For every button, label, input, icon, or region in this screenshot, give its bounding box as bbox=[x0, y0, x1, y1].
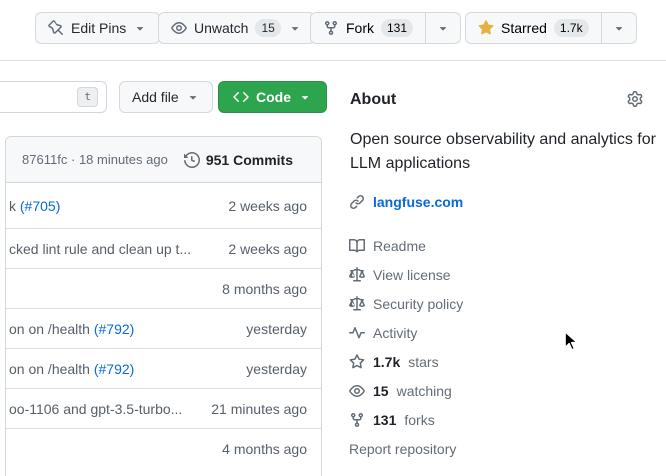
law-icon bbox=[349, 267, 365, 283]
commits-history-link[interactable]: 951 Commits bbox=[184, 152, 293, 168]
chevron-down-icon bbox=[612, 21, 626, 35]
report-repository-link[interactable]: Report repository bbox=[349, 434, 463, 463]
commit-date[interactable]: 21 minutes ago bbox=[211, 401, 307, 417]
watching-stat-link[interactable]: 15 watching bbox=[349, 376, 463, 405]
commit-date[interactable]: 2 weeks ago bbox=[228, 241, 307, 257]
commit-date[interactable]: yesterday bbox=[246, 321, 307, 337]
star-filled-icon bbox=[478, 20, 494, 36]
go-to-file-shortcut-hint: t bbox=[77, 87, 98, 107]
commit-date[interactable]: 2 weeks ago bbox=[228, 198, 307, 214]
about-links-list: Readme View license Security policy Acti… bbox=[349, 231, 463, 463]
about-settings-button[interactable] bbox=[627, 91, 643, 107]
fork-label: Fork bbox=[346, 20, 374, 36]
chevron-down-icon bbox=[288, 21, 302, 35]
commits-count-label: 951 Commits bbox=[206, 152, 293, 168]
star-icon bbox=[349, 354, 365, 370]
commit-message[interactable]: on on /health (#792) bbox=[9, 361, 134, 377]
watch-count-badge: 15 bbox=[255, 19, 280, 37]
star-dropdown-button[interactable] bbox=[601, 12, 637, 44]
file-row: 4 months ago bbox=[6, 428, 321, 468]
stars-stat-link[interactable]: 1.7k stars bbox=[349, 347, 463, 376]
pr-link[interactable]: (#792) bbox=[94, 321, 134, 337]
unwatch-button[interactable]: Unwatch 15 bbox=[158, 12, 315, 44]
latest-commit-bar: 87611fc · 18 minutes ago 951 Commits bbox=[6, 137, 321, 183]
latest-commit-meta[interactable]: 87611fc · 18 minutes ago bbox=[22, 152, 168, 167]
readme-link[interactable]: Readme bbox=[349, 231, 463, 260]
security-policy-link[interactable]: Security policy bbox=[349, 289, 463, 318]
pr-link[interactable]: (#792) bbox=[94, 361, 134, 377]
commit-message[interactable]: k (#705) bbox=[9, 198, 60, 214]
starred-button[interactable]: Starred 1.7k bbox=[465, 12, 601, 44]
about-title: About bbox=[350, 91, 396, 109]
book-icon bbox=[349, 238, 365, 254]
chevron-down-icon bbox=[133, 21, 147, 35]
repo-description: Open source observability and analytics … bbox=[350, 128, 656, 176]
history-icon bbox=[184, 152, 200, 168]
fork-button-group: Fork 131 bbox=[310, 12, 461, 44]
header-divider bbox=[0, 60, 666, 61]
commit-time: 18 minutes ago bbox=[79, 152, 168, 167]
eye-icon bbox=[171, 20, 187, 36]
chevron-down-icon bbox=[436, 21, 450, 35]
file-row: oo-1106 and gpt-3.5-turbo... 21 minutes … bbox=[6, 388, 321, 428]
fork-count-badge: 131 bbox=[381, 19, 413, 37]
code-icon bbox=[233, 89, 249, 105]
activity-link[interactable]: Activity bbox=[349, 318, 463, 347]
add-file-button[interactable]: Add file bbox=[119, 81, 213, 113]
pulse-icon bbox=[349, 325, 365, 341]
add-file-label: Add file bbox=[132, 87, 179, 107]
chevron-down-icon bbox=[298, 90, 312, 104]
code-label: Code bbox=[256, 89, 291, 105]
link-icon bbox=[349, 194, 365, 210]
commit-date[interactable]: yesterday bbox=[246, 361, 307, 377]
file-row: on on /health (#792) yesterday bbox=[6, 348, 321, 388]
pin-icon bbox=[48, 20, 64, 36]
file-list-box: 87611fc · 18 minutes ago 951 Commits k (… bbox=[5, 136, 322, 476]
fork-icon bbox=[349, 412, 365, 428]
mouse-cursor bbox=[564, 331, 579, 352]
go-to-file-input[interactable]: t bbox=[0, 81, 107, 113]
law-icon bbox=[349, 296, 365, 312]
unwatch-label: Unwatch bbox=[194, 18, 248, 38]
commit-message[interactable]: cked lint rule and clean up t... bbox=[9, 241, 191, 257]
edit-pins-label: Edit Pins bbox=[71, 18, 126, 38]
file-row: on on /health (#792) yesterday bbox=[6, 308, 321, 348]
commit-date[interactable]: 4 months ago bbox=[222, 441, 307, 457]
view-license-link[interactable]: View license bbox=[349, 260, 463, 289]
commit-message[interactable]: oo-1106 and gpt-3.5-turbo... bbox=[9, 401, 182, 417]
forks-stat-link[interactable]: 131 forks bbox=[349, 405, 463, 434]
file-row: cked lint rule and clean up t... 2 weeks… bbox=[6, 228, 321, 268]
edit-pins-button[interactable]: Edit Pins bbox=[35, 12, 160, 44]
file-row: k (#705) 2 weeks ago bbox=[6, 183, 321, 228]
fork-dropdown-button[interactable] bbox=[425, 12, 461, 44]
fork-button[interactable]: Fork 131 bbox=[310, 12, 425, 44]
code-button[interactable]: Code bbox=[218, 81, 327, 113]
file-row: 8 months ago bbox=[6, 268, 321, 308]
commit-sha[interactable]: 87611fc bbox=[22, 152, 67, 167]
fork-icon bbox=[323, 20, 339, 36]
commit-message[interactable]: on on /health (#792) bbox=[9, 321, 134, 337]
eye-icon bbox=[349, 383, 365, 399]
repo-website-link[interactable]: langfuse.com bbox=[373, 194, 463, 210]
chevron-down-icon bbox=[186, 90, 200, 104]
star-button-group: Starred 1.7k bbox=[465, 12, 637, 44]
pr-link[interactable]: (#705) bbox=[20, 198, 60, 214]
commit-date[interactable]: 8 months ago bbox=[222, 281, 307, 297]
star-count-badge: 1.7k bbox=[554, 19, 589, 37]
starred-label: Starred bbox=[501, 20, 547, 36]
repo-website-row: langfuse.com bbox=[349, 194, 463, 210]
gear-icon bbox=[627, 91, 643, 107]
